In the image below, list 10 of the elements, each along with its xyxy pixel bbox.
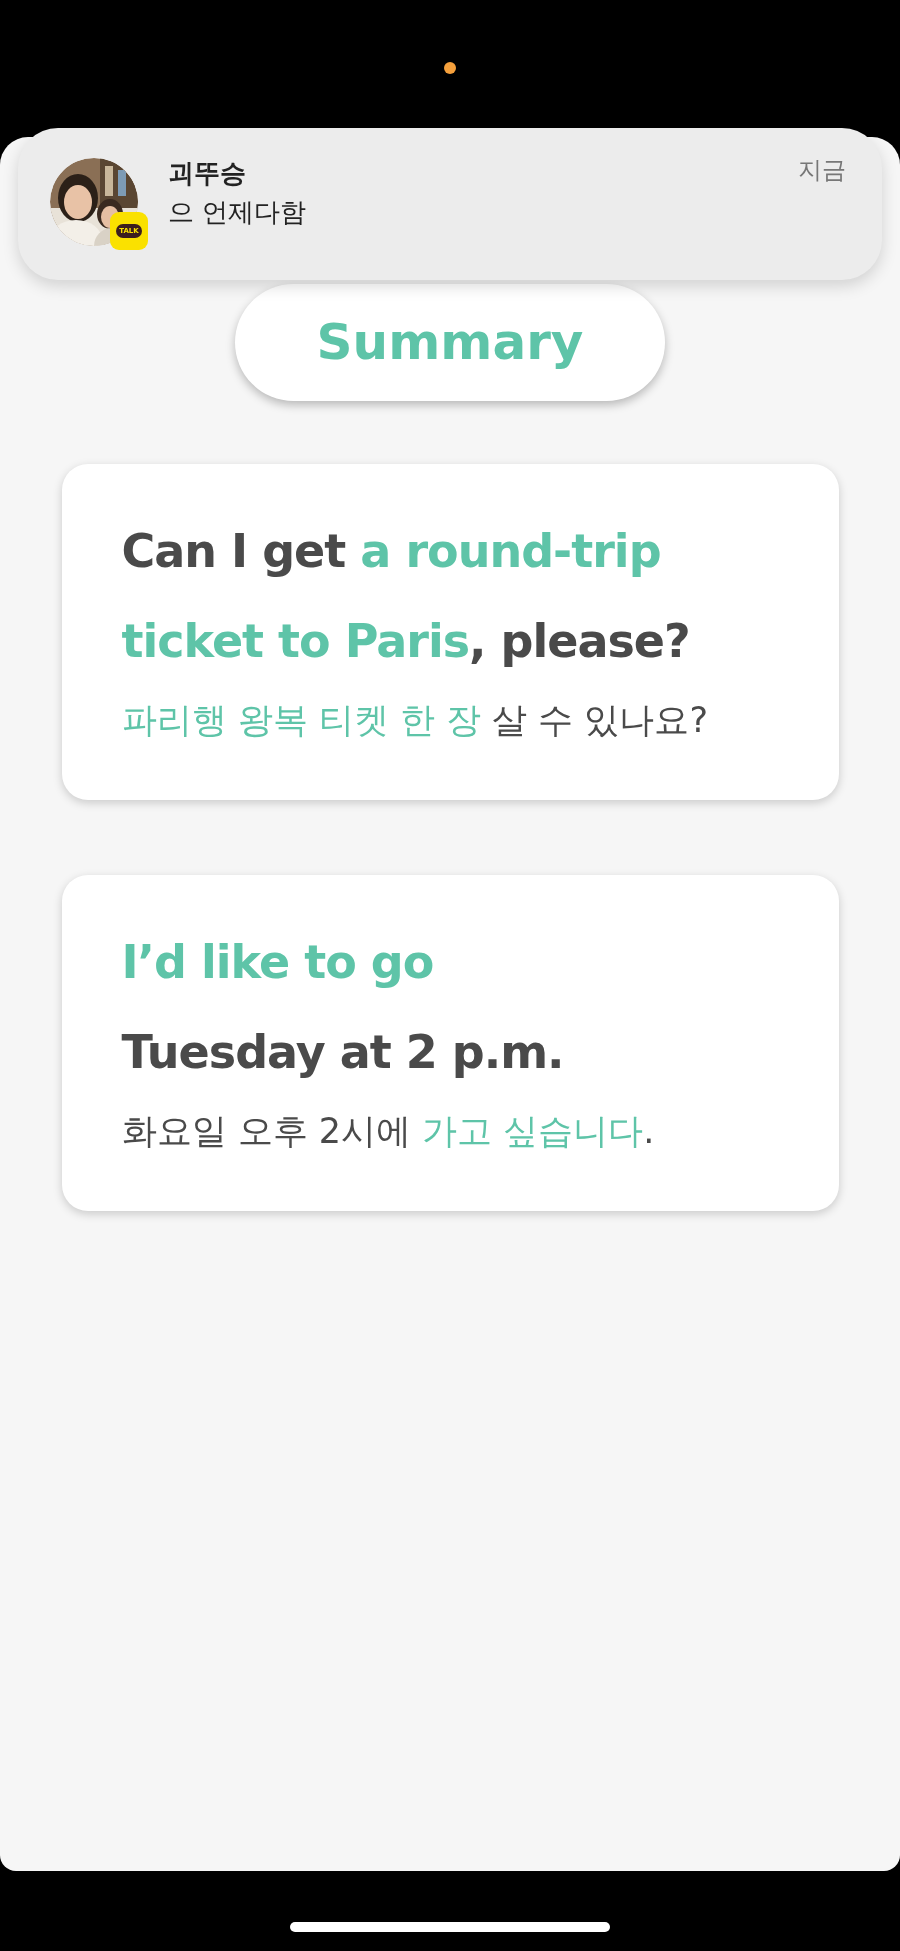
sender-name: 괴뚜승 (168, 157, 247, 190)
korean-translation: 화요일 오후 2시에 가고 싶습니다. (121, 1110, 656, 1153)
korean-translation: 파리행 왕복 티켓 한 장 살 수 있나요? (121, 699, 709, 742)
summary-title: Summary (316, 312, 584, 373)
notification-time: 지금 (798, 155, 846, 186)
english-sentence: Tuesday at 2 p.m. (121, 1024, 565, 1081)
english-sentence: ticket to Paris, please? (121, 613, 691, 670)
notification-message: 으 언제다함 (168, 196, 308, 229)
english-sentence: Can I get a round-trip (121, 523, 662, 580)
english-sentence: I’d like to go (121, 934, 435, 991)
